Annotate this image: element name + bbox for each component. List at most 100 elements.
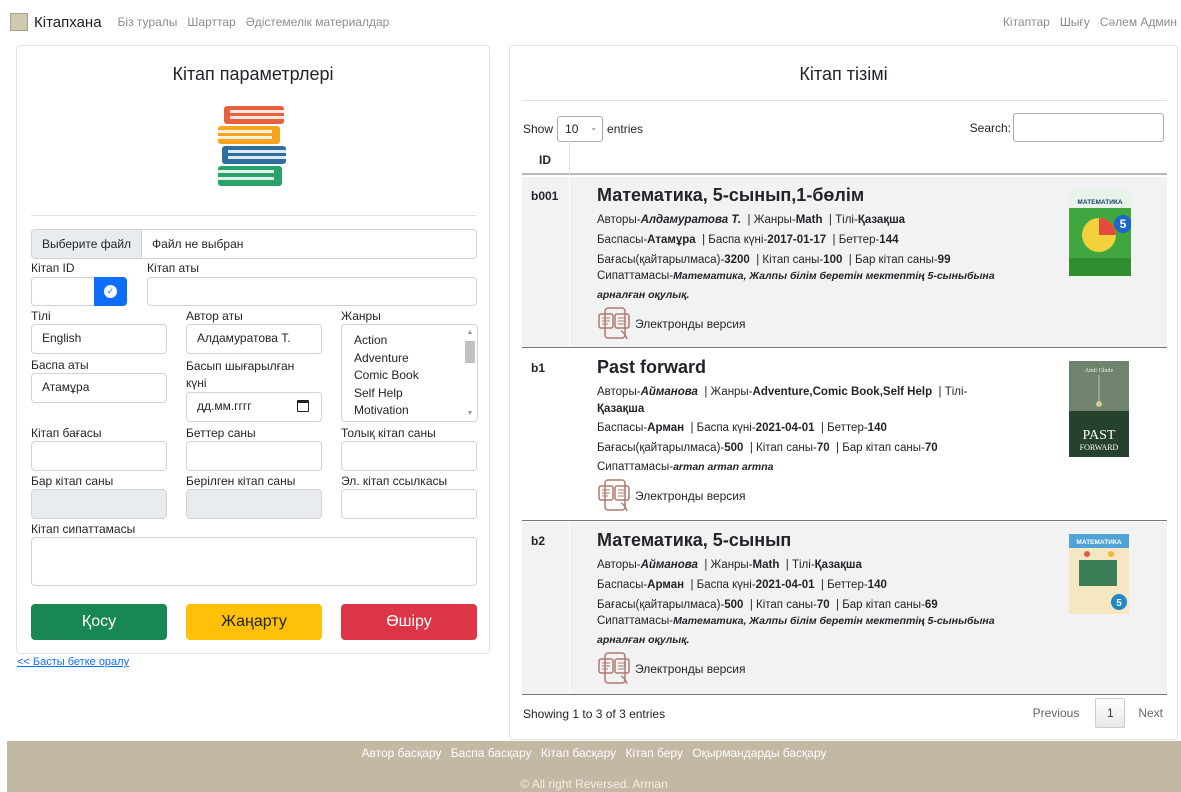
search-control: Search: (970, 113, 1164, 142)
scroll-down-icon[interactable]: ▼ (465, 409, 475, 418)
entries-label: entries (607, 122, 644, 136)
description-textarea[interactable] (31, 537, 477, 586)
footer-link-readers[interactable]: Оқырмандарды басқару (692, 746, 826, 760)
scroll-up-icon[interactable]: ▲ (465, 328, 475, 337)
show-label: Show (523, 122, 554, 136)
brand[interactable]: Кітапхана (10, 13, 102, 31)
next-page-button[interactable]: Next (1138, 706, 1163, 720)
pages-value: 144 (879, 234, 899, 246)
description-value: Математика, Жалпы білім беретін мектепті… (673, 615, 995, 627)
brand-text: Кітапхана (34, 13, 102, 31)
nav-link-user[interactable]: Сәлем Админ (1100, 15, 1177, 29)
publisher-input[interactable]: Атамұра (31, 373, 167, 403)
genre-option[interactable]: Self Help (342, 385, 477, 403)
ebook-label[interactable]: Электронды версия (635, 489, 746, 503)
genre-option[interactable]: Comic Book (342, 367, 477, 385)
search-input[interactable] (1013, 113, 1164, 142)
language-value: Қазақша (857, 214, 906, 226)
table-row: b1 Past forward Авторы-Айманова | Жанры-… (522, 349, 1167, 521)
back-home-link[interactable]: << Басты бетке оралу (17, 656, 129, 668)
pagination: Previous 1 Next (1033, 698, 1163, 728)
footer-link-publishers[interactable]: Баспа басқару (451, 746, 532, 760)
available-value: 69 (924, 599, 938, 611)
price-key: Бағасы(қайтарылмаса)- (597, 442, 725, 454)
book-meta-line-2: Баспасы-Арман | Баспа күні-2021-04-01 | … (597, 422, 887, 434)
nav-link-materials[interactable]: Әдістемелік материалдар (246, 15, 390, 29)
ebook-reader-icon (598, 307, 630, 340)
book-id-check-button[interactable]: ✓ (94, 277, 127, 306)
book-cover-image: МАТЕМАТИКА 5 (1069, 190, 1131, 276)
ebook-link[interactable]: Электронды версия (597, 652, 746, 686)
pages-input[interactable] (186, 441, 322, 471)
ebook-link[interactable]: Электронды версия (597, 479, 746, 513)
pages-value: 140 (867, 422, 887, 434)
entries-length-control: Show 10 ⌄ entries (523, 116, 643, 142)
footer-link-issue[interactable]: Кітап беру (625, 746, 682, 760)
language-key: Тілі- (835, 214, 858, 226)
description-key: Сипаттамасы- (597, 615, 674, 627)
publisher-value: Атамұра (647, 234, 696, 246)
description-value-cont: арналған оқулық. (597, 289, 690, 301)
author-key: Авторы- (597, 214, 641, 226)
description-label: Кітап сипаттамасы (31, 522, 136, 536)
nav-link-about[interactable]: Біз туралы (118, 15, 178, 29)
language-key: Тілі- (791, 559, 815, 571)
calendar-icon[interactable] (297, 400, 309, 412)
genre-option[interactable]: Adventure (342, 350, 477, 368)
total-value: 70 (816, 599, 830, 611)
book-meta-line-3: Бағасы(қайтарылмаса)-3200 | Кітап саны-1… (597, 254, 951, 266)
pub-date-placeholder: дд.мм.гггг (197, 399, 252, 413)
total-value: 100 (823, 254, 843, 266)
book-id: b1 (531, 361, 546, 375)
book-meta-line-2: Баспасы-Атамұра | Баспа күні-2017-01-17 … (597, 234, 899, 246)
available-key: Бар кітап саны- (842, 599, 925, 611)
ebook-label[interactable]: Электронды версия (635, 662, 746, 676)
book-title: Past forward (597, 357, 707, 377)
book-meta-line-2: Баспасы-Арман | Баспа күні-2021-04-01 | … (597, 579, 887, 591)
book-name-input[interactable] (147, 277, 477, 306)
prev-page-button[interactable]: Previous (1033, 706, 1080, 720)
update-button[interactable]: Жаңарту (186, 604, 322, 640)
page-button-1[interactable]: 1 (1095, 698, 1126, 728)
price-value: 500 (724, 599, 744, 611)
genre-value: Math (795, 214, 823, 226)
footer-link-authors[interactable]: Автор басқару (361, 746, 441, 760)
ebook-link[interactable]: Электронды версия (597, 307, 746, 341)
ebook-label[interactable]: Электронды версия (635, 317, 746, 331)
file-input[interactable]: Выберите файл Файл не выбран (31, 229, 477, 259)
entries-select[interactable]: 10 ⌄ (557, 116, 604, 142)
check-icon: ✓ (104, 285, 117, 298)
genre-option[interactable]: Motivation (342, 402, 477, 420)
total-input[interactable] (341, 441, 477, 471)
book-description: Сипаттамасы-Математика, Жалпы білім бере… (597, 267, 1027, 305)
publisher-key: Баспасы- (597, 422, 648, 434)
genre-option[interactable]: Action (342, 332, 477, 350)
cover-grade: 5 (1120, 217, 1127, 231)
scroll-thumb[interactable] (465, 341, 475, 363)
book-description: Сипаттамасы-Математика, Жалпы білім бере… (597, 612, 1027, 650)
price-input[interactable] (31, 441, 167, 471)
elink-input[interactable] (341, 489, 477, 519)
price-value: 3200 (724, 254, 750, 266)
genres-multiselect[interactable]: Action Adventure Comic Book Self Help Mo… (341, 324, 478, 422)
genres-scrollbar[interactable]: ▲ ▼ (465, 328, 475, 418)
nav-link-terms[interactable]: Шарттар (187, 15, 235, 29)
book-id-input[interactable] (31, 277, 101, 306)
add-button[interactable]: Қосу (31, 604, 167, 640)
book-form-card: Кітап параметрлері Выберите файл Файл не… (16, 45, 490, 654)
total-key: Кітап саны- (756, 599, 817, 611)
pub-date-key: Баспа күні- (708, 234, 768, 246)
column-header-id[interactable]: ID (539, 153, 551, 167)
language-input[interactable]: English (31, 324, 167, 354)
nav-link-books[interactable]: Кітаптар (1003, 15, 1050, 29)
book-title: Математика, 5-сынып (597, 530, 792, 550)
genre-value: Math (752, 559, 780, 571)
footer-link-books[interactable]: Кітап басқару (541, 746, 616, 760)
nav-right: Кітаптар Шығу Сәлем Админ (993, 0, 1181, 44)
author-input[interactable]: Алдамуратова Т. (186, 324, 322, 354)
delete-button[interactable]: Өшіру (341, 604, 477, 640)
choose-file-button[interactable]: Выберите файл (32, 230, 143, 258)
nav-link-logout[interactable]: Шығу (1060, 15, 1090, 29)
pub-date-input[interactable]: дд.мм.гггг (186, 392, 322, 422)
genre-value: Adventure,Comic Book,Self Help (752, 386, 933, 398)
